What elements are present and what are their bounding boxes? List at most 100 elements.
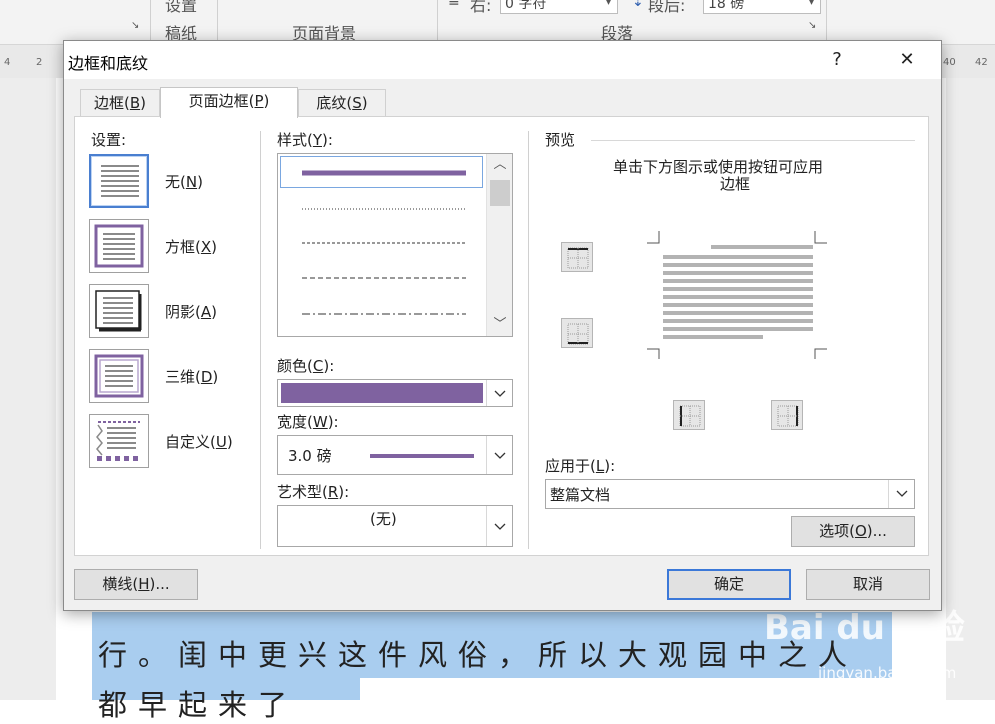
indent-right-value: 0 字符 bbox=[505, 0, 547, 12]
tab-accelerator: B bbox=[129, 94, 141, 112]
setting-shadow-label[interactable]: 阴影(A) bbox=[165, 301, 217, 322]
help-button[interactable]: ? bbox=[822, 47, 852, 73]
dialog-title: 边框和底纹 bbox=[68, 54, 149, 73]
style-label: 样式(Y): bbox=[277, 129, 333, 150]
label-text: 颜色( bbox=[277, 357, 313, 375]
setting-none-icon bbox=[101, 165, 139, 197]
label-text: ) bbox=[212, 368, 219, 386]
label-text: ): bbox=[338, 483, 350, 501]
ok-button[interactable]: 确定 bbox=[667, 569, 791, 600]
color-dropdown-button[interactable] bbox=[486, 380, 512, 406]
art-dropdown-button[interactable] bbox=[486, 506, 512, 546]
spacing-after-icon: ⇣ bbox=[632, 0, 644, 10]
tab-accelerator: P bbox=[254, 92, 264, 110]
cancel-button[interactable]: 取消 bbox=[806, 569, 930, 600]
label-accelerator: X bbox=[200, 238, 212, 256]
label-accelerator: W bbox=[312, 413, 328, 431]
top-border-icon bbox=[567, 247, 589, 269]
setting-custom-label[interactable]: 自定义(U) bbox=[165, 431, 233, 452]
label-text: ) bbox=[211, 303, 217, 321]
document-text-line[interactable]: 行。闺中更兴这件风俗，所以大观园中之人 bbox=[98, 632, 858, 674]
width-dropdown[interactable]: 3.0 磅 bbox=[277, 435, 513, 475]
label-text: 无( bbox=[165, 173, 186, 191]
right-border-button[interactable] bbox=[771, 400, 803, 430]
setting-box-thumb[interactable] bbox=[89, 219, 149, 273]
label-text: ): bbox=[322, 131, 333, 149]
spacing-after-field[interactable]: 18 磅 ▾ bbox=[703, 0, 821, 14]
ribbon: 设置 稿纸 ↘ 页面背景 ≡ 右: 0 字符 ▾ ⇣ 段后: 18 磅 ▾ 段落… bbox=[0, 0, 995, 44]
tab-borders[interactable]: 边框(B) bbox=[80, 89, 160, 117]
apply-to-dropdown-button[interactable] bbox=[888, 480, 914, 508]
label-text: 宽度( bbox=[277, 413, 313, 431]
bottom-border-button[interactable] bbox=[561, 318, 593, 348]
label-text: 方框( bbox=[165, 238, 201, 256]
close-button[interactable]: ✕ bbox=[892, 47, 922, 73]
ruler-number: 4 bbox=[4, 57, 11, 68]
scroll-up-icon[interactable]: ︿ bbox=[487, 154, 512, 176]
setting-3d-icon bbox=[94, 354, 144, 398]
ruler-number: 2 bbox=[36, 57, 43, 68]
top-border-button[interactable] bbox=[561, 242, 593, 272]
label-accelerator: U bbox=[215, 433, 227, 451]
setting-3d-thumb[interactable] bbox=[89, 349, 149, 403]
options-button[interactable]: 选项(O)... bbox=[791, 516, 915, 547]
setting-custom-thumb[interactable] bbox=[89, 414, 149, 468]
left-border-button[interactable] bbox=[673, 400, 705, 430]
setting-box-label[interactable]: 方框(X) bbox=[165, 236, 217, 257]
setting-none-thumb[interactable] bbox=[89, 154, 149, 208]
ribbon-separator bbox=[217, 0, 218, 44]
apply-to-dropdown[interactable]: 整篇文档 bbox=[545, 479, 915, 509]
apply-to-label: 应用于(L): bbox=[545, 455, 615, 476]
chevron-down-icon bbox=[494, 390, 506, 397]
indent-right-icon: ≡ bbox=[448, 0, 460, 10]
preview-page[interactable] bbox=[647, 229, 827, 359]
tab-label-end: ) bbox=[361, 94, 368, 112]
tab-page-border[interactable]: 页面边框(P) bbox=[160, 87, 298, 118]
preview-hint-line1: 单击下方图示或使用按钮可应用 bbox=[613, 158, 824, 176]
setting-none-label[interactable]: 无(N) bbox=[165, 171, 203, 192]
scroll-thumb[interactable] bbox=[490, 180, 510, 206]
label-accelerator: D bbox=[200, 368, 213, 386]
width-dropdown-button[interactable] bbox=[486, 436, 512, 474]
column-separator bbox=[528, 131, 529, 549]
scroll-down-icon[interactable]: ﹀ bbox=[487, 314, 512, 336]
width-value: 3.0 磅 bbox=[288, 447, 332, 465]
label-text: ) bbox=[197, 173, 203, 191]
label-text: 艺术型( bbox=[277, 483, 328, 501]
color-label: 颜色(C): bbox=[277, 355, 334, 376]
ribbon-setup-label[interactable]: 设置 bbox=[165, 0, 197, 16]
dialog-titlebar[interactable]: 边框和底纹 ? ✕ bbox=[64, 41, 941, 79]
label-text: 选项( bbox=[819, 522, 855, 540]
setting-shadow-icon bbox=[95, 290, 142, 332]
label-accelerator: O bbox=[854, 522, 867, 540]
label-text: ): bbox=[323, 357, 335, 375]
spacing-after-label: 段后: bbox=[648, 0, 686, 15]
chevron-down-icon bbox=[494, 452, 506, 459]
indent-right-field[interactable]: 0 字符 ▾ bbox=[500, 0, 618, 14]
setting-3d-label[interactable]: 三维(D) bbox=[165, 366, 218, 387]
label-text: ): bbox=[604, 457, 616, 475]
apply-to-value: 整篇文档 bbox=[550, 486, 611, 504]
style-scrollbar[interactable]: ︿ ﹀ bbox=[486, 154, 512, 336]
dialog-launcher-icon[interactable]: ↘ bbox=[131, 20, 139, 31]
spinner-icon[interactable]: ▾ bbox=[809, 0, 814, 8]
column-separator bbox=[260, 131, 261, 549]
width-label: 宽度(W): bbox=[277, 411, 339, 432]
art-dropdown[interactable]: (无) bbox=[277, 505, 513, 547]
dialog-launcher-icon[interactable]: ↘ bbox=[808, 20, 816, 31]
document-text-line[interactable]: 都早起来了 bbox=[98, 682, 298, 724]
tab-shading[interactable]: 底纹(S) bbox=[298, 89, 386, 117]
ribbon-separator bbox=[150, 0, 151, 44]
label-text: )... bbox=[149, 575, 170, 593]
label-text: 横线( bbox=[102, 575, 139, 593]
horizontal-line-button[interactable]: 横线(H)... bbox=[74, 569, 198, 600]
setting-shadow-thumb[interactable] bbox=[89, 284, 149, 338]
label-text: ) bbox=[211, 238, 217, 256]
color-dropdown[interactable] bbox=[277, 379, 513, 407]
label-accelerator: N bbox=[185, 173, 198, 191]
spinner-icon[interactable]: ▾ bbox=[606, 0, 611, 8]
label-accelerator: C bbox=[312, 357, 324, 375]
spacing-after-value: 18 磅 bbox=[708, 0, 745, 12]
line-style-list[interactable]: ︿ ﹀ bbox=[277, 153, 513, 337]
right-border-icon bbox=[777, 405, 799, 427]
